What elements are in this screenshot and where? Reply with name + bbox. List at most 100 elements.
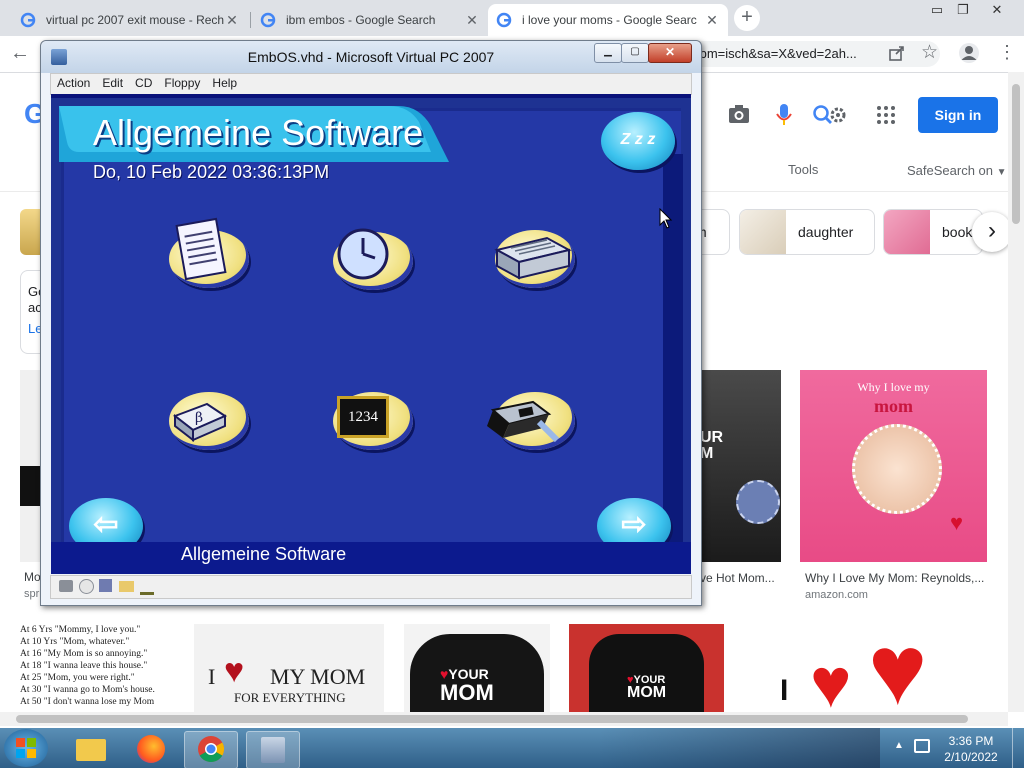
taskbar-virtual-pc[interactable] (246, 731, 300, 769)
list-line: At 25 "Mom, you were right." (20, 673, 135, 683)
book-word: mom (874, 396, 913, 416)
list-line: At 16 "My Mom is so annoying." (20, 649, 148, 659)
camera-icon[interactable] (728, 104, 750, 124)
network-tray-icon[interactable] (914, 739, 930, 753)
shared-folder-icon[interactable] (119, 581, 134, 592)
profile-avatar-icon[interactable] (958, 42, 980, 64)
drive-icon (487, 400, 560, 443)
microphone-icon[interactable] (776, 103, 792, 127)
tray-time[interactable]: 3:36 PM (936, 734, 1006, 748)
new-tab-button[interactable]: + (734, 5, 760, 31)
google-favicon-icon (496, 12, 512, 28)
result-source: amazon.com (805, 589, 868, 601)
apps-grid-icon[interactable] (876, 105, 896, 125)
hard-disk-icon[interactable] (59, 580, 73, 592)
heart-icon: ♥ (810, 644, 852, 712)
chip-label: book (942, 224, 973, 240)
result-image-hearts[interactable]: I ♥ ♥ (744, 624, 987, 712)
safesearch-label: SafeSearch on (907, 163, 994, 178)
chip-thumbnail[interactable] (20, 209, 42, 255)
taskbar-firefox[interactable] (124, 731, 176, 767)
sleep-button[interactable]: Z z z (601, 112, 675, 170)
floppy-icon[interactable] (99, 579, 112, 592)
virtual-pc-icon (261, 737, 285, 763)
horizontal-scrollbar[interactable] (0, 712, 1008, 726)
maximize-icon[interactable]: ❐ (948, 0, 978, 22)
vpc-maximize-button[interactable]: ▢ (621, 43, 649, 63)
close-icon[interactable]: ✕ (704, 12, 720, 29)
clock-icon (337, 228, 389, 280)
scrollbar-thumb[interactable] (16, 715, 968, 723)
tab-vpc-exit-mouse[interactable]: virtual pc 2007 exit mouse - Rech ✕ (12, 4, 248, 36)
close-icon[interactable]: ✕ (464, 12, 480, 29)
calculator-display: 1234 (348, 409, 378, 425)
menu-cd[interactable]: CD (129, 74, 158, 94)
book-title: Why I love my (857, 380, 930, 394)
safesearch-dropdown[interactable]: SafeSearch on ▼ (907, 163, 1007, 178)
result-image-shape (20, 466, 42, 506)
menu-floppy[interactable]: Floppy (158, 74, 206, 94)
taskbar-chrome[interactable] (184, 731, 238, 769)
scrollbar-thumb[interactable] (1012, 84, 1020, 224)
vpc-close-button[interactable]: ✕ (648, 43, 692, 63)
chrome-icon (198, 736, 225, 763)
mouse-pointer-icon (659, 208, 673, 229)
thumb-text: I (780, 674, 789, 707)
chip-thumbnail (740, 210, 786, 254)
screen-datetime: Do, 10 Feb 2022 03:36:13PM (93, 162, 330, 182)
menu-help[interactable]: Help (206, 74, 243, 94)
related-chip-daughter[interactable]: daughter (739, 209, 875, 255)
printer-icon (494, 236, 572, 280)
close-icon[interactable]: ✕ (224, 12, 240, 29)
tray-date[interactable]: 2/10/2022 (936, 750, 1006, 764)
system-tray: ▲ 3:36 PM 2/10/2022 (884, 728, 1024, 768)
close-window-icon[interactable]: ✕ (982, 0, 1012, 22)
menu-dots-icon[interactable]: ⋮ (998, 42, 1016, 63)
footer-bar (51, 542, 691, 574)
related-chip-book[interactable]: book (883, 209, 983, 255)
result-image[interactable] (20, 370, 42, 562)
calculator-icon: 1234 (337, 396, 389, 438)
google-favicon-icon (260, 12, 276, 28)
chip-label: daughter (798, 224, 854, 240)
tab-i-love-your-moms[interactable]: i love your moms - Google Searc ✕ (488, 4, 728, 36)
firefox-icon (137, 735, 165, 763)
result-image-shirt[interactable]: UR M (700, 370, 781, 562)
notepad-icon (175, 217, 227, 281)
bookmark-star-icon[interactable]: ☆ (921, 41, 938, 64)
google-favicon-icon (20, 12, 36, 28)
sign-in-button[interactable]: Sign in (918, 97, 998, 133)
guest-screen[interactable]: Allgemeine Software Do, 10 Feb 2022 03:3… (51, 94, 691, 574)
result-image-hoodie[interactable]: ♥YOUR MOM (404, 624, 550, 712)
menu-action[interactable]: Action (51, 74, 96, 94)
network-icon[interactable] (140, 579, 154, 595)
vpc-status-bar (50, 575, 692, 599)
taskbar-explorer[interactable] (64, 731, 116, 767)
share-icon[interactable] (888, 44, 906, 62)
result-image-tee[interactable]: ♥YOUR MOM (569, 624, 724, 712)
vpc-minimize-button[interactable]: ▁ (594, 43, 622, 63)
result-image-i-heart-my-mom[interactable]: I ♥ MY MOM FOR EVERYTHING (194, 624, 384, 712)
virtual-pc-window[interactable]: EmbOS.vhd - Microsoft Virtual PC 2007 ▁ … (40, 40, 702, 606)
menu-edit[interactable]: Edit (96, 74, 129, 94)
screen-heading: Allgemeine Software (93, 112, 424, 153)
tray-expand-icon[interactable]: ▲ (894, 740, 904, 751)
tab-ibm-embos[interactable]: ibm embos - Google Search ✕ (252, 4, 488, 36)
result-image-book[interactable]: Why I love my mom ♥ (800, 370, 987, 562)
start-button[interactable] (4, 729, 48, 767)
result-image-list[interactable]: At 6 Yrs "Mommy, I love you." At 10 Yrs … (20, 624, 180, 712)
tools-button[interactable]: Tools (788, 162, 818, 177)
screen-footer: Allgemeine Software (181, 544, 347, 564)
show-desktop-button[interactable] (1012, 728, 1024, 768)
result-caption: ve Hot Mom... (700, 571, 775, 585)
back-arrow-icon[interactable]: ← (10, 42, 30, 65)
chevron-right-icon[interactable]: › (972, 212, 1012, 252)
vpc-title-bar[interactable]: EmbOS.vhd - Microsoft Virtual PC 2007 ▁ … (41, 41, 701, 73)
result-caption: Why I Love My Mom: Reynolds,... (805, 571, 985, 585)
heart-icon: ♥ (224, 652, 245, 690)
badge-seal-icon (736, 480, 780, 524)
vertical-scrollbar[interactable] (1008, 72, 1024, 712)
caret-down-icon: ▼ (996, 167, 1007, 178)
search-settings-icon[interactable] (812, 103, 848, 127)
cd-icon[interactable] (79, 579, 94, 594)
